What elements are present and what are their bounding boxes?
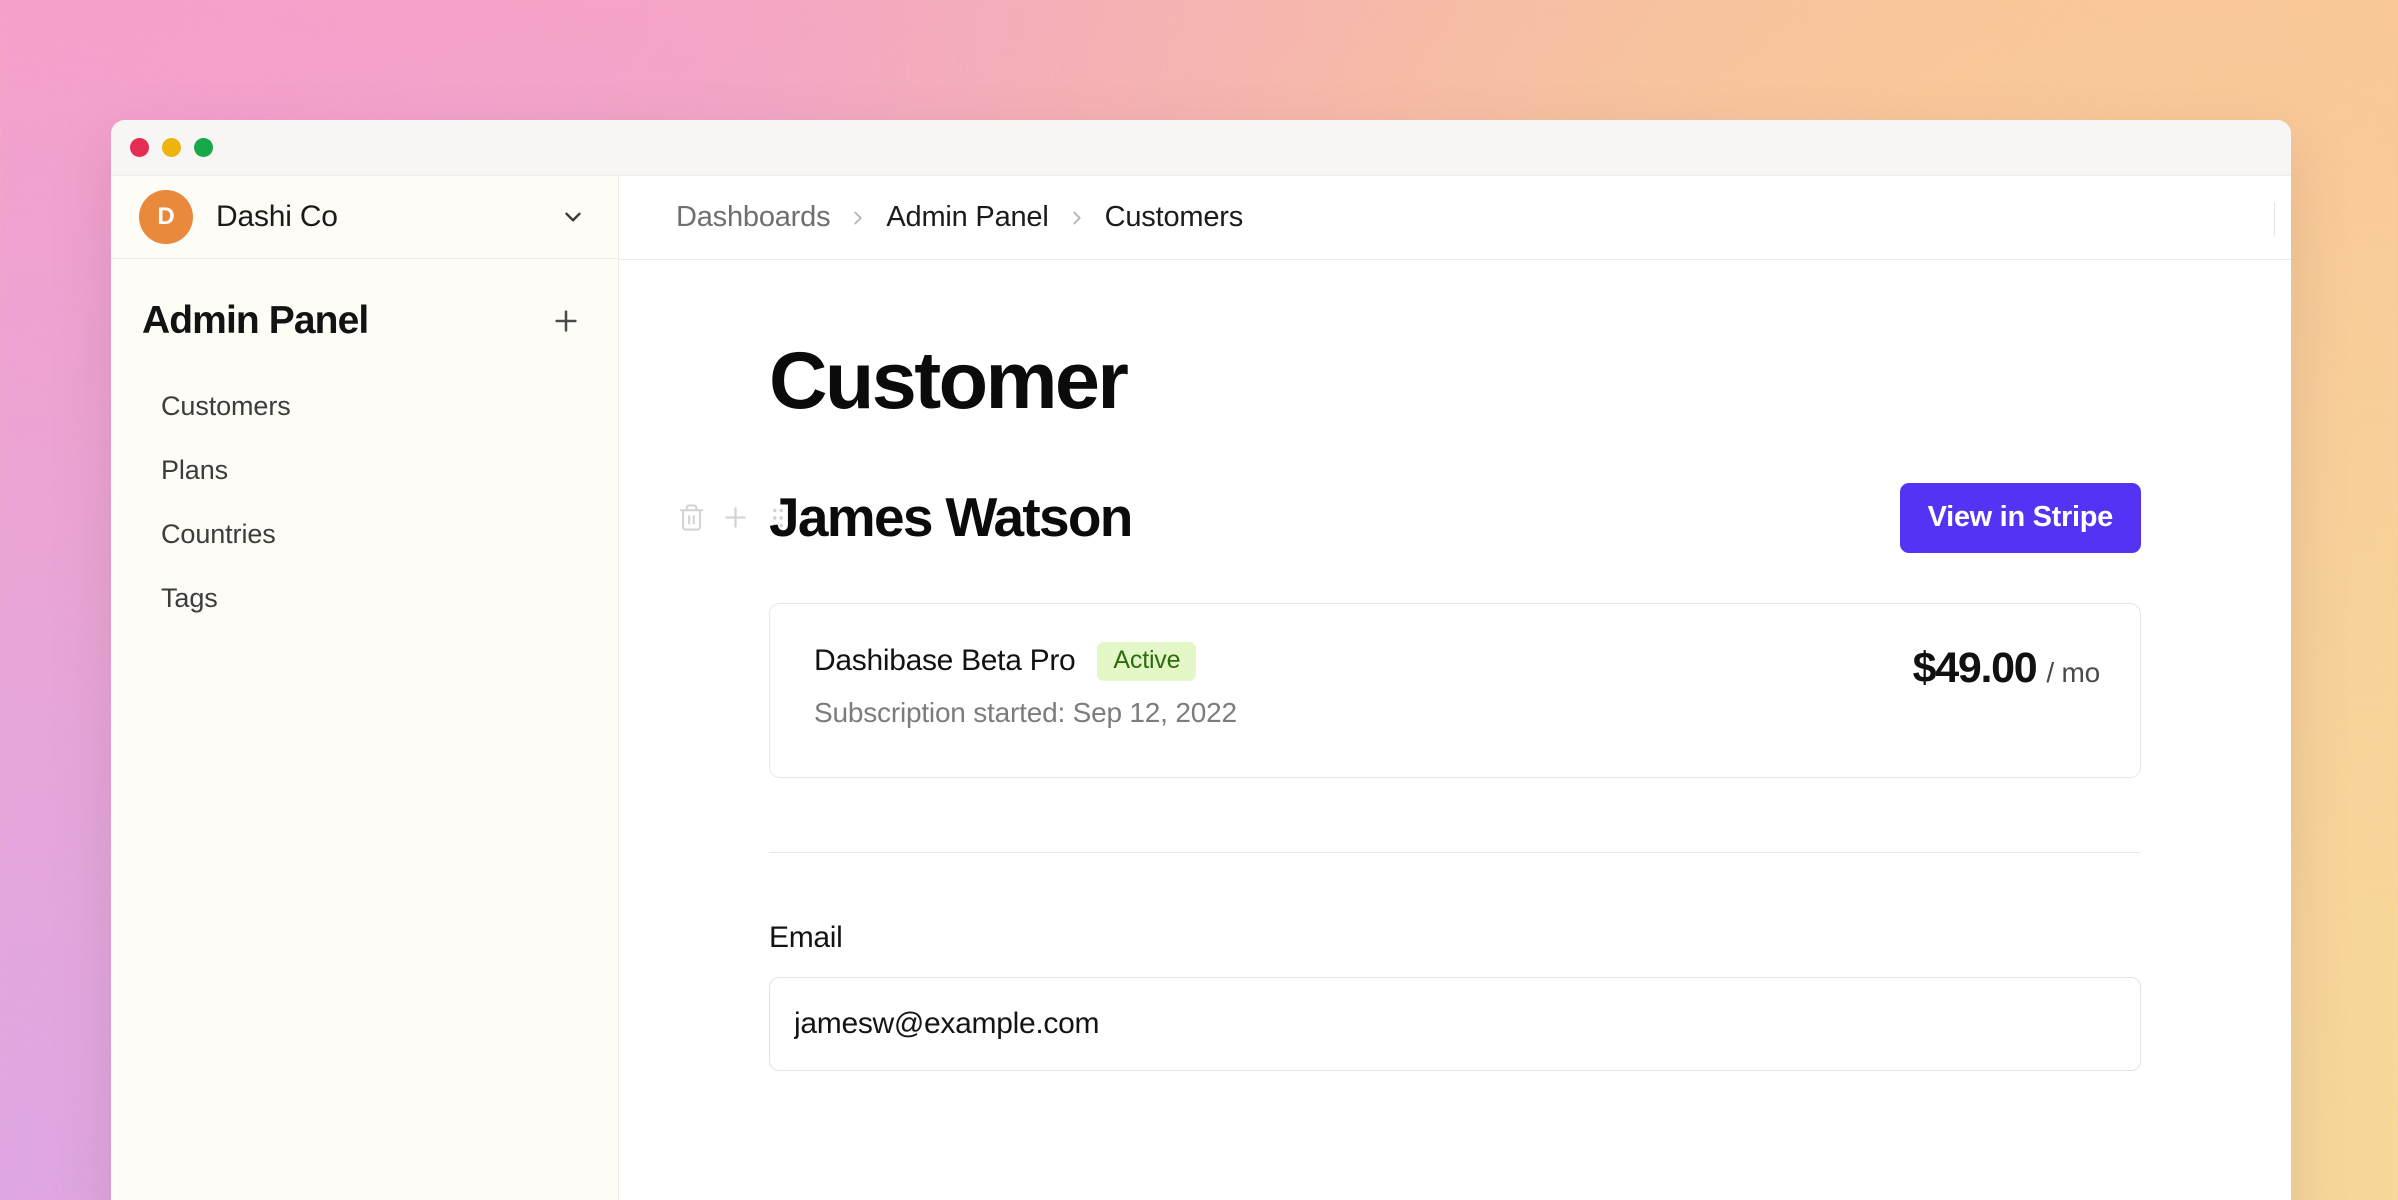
sidebar-nav: Admin Panel Customers Plans Countries Ta… [111,259,618,630]
subscription-price-block: $49.00 / mo [1912,642,2101,693]
subscription-plan-line: Dashibase Beta Pro Active [814,641,1237,681]
chevron-down-icon[interactable] [560,204,586,230]
breadcrumb-divider [2274,202,2275,236]
window-body: D Dashi Co Admin Panel Customers Plans C… [111,176,2291,1200]
minimize-window-button[interactable] [162,138,181,157]
trash-icon[interactable] [677,503,706,532]
record-header-row: James Watson View in Stripe [619,482,2291,553]
view-in-stripe-button[interactable]: View in Stripe [1899,482,2141,553]
sidebar-item-countries[interactable]: Countries [111,503,618,567]
subscription-started-label: Subscription started: Sep 12, 2022 [814,696,1237,728]
org-switcher[interactable]: D Dashi Co [111,176,618,259]
sidebar-item-label: Countries [161,518,276,549]
plus-icon[interactable] [720,502,751,533]
sidebar-item-label: Customers [161,391,291,421]
page-content: Customer James Watson View in Stripe Das… [619,260,2291,1200]
breadcrumb-item-customers[interactable]: Customers [1105,201,1244,234]
status-badge: Active [1097,641,1197,681]
sidebar-title: Admin Panel [142,299,369,342]
chevron-right-icon [847,207,869,229]
subscription-price-period: / mo [2046,656,2100,688]
page-title: Customer [769,336,1129,426]
subscription-price: $49.00 [1912,643,2038,692]
breadcrumb-item-dashboards[interactable]: Dashboards [676,201,831,234]
sidebar-item-list: Customers Plans Countries Tags [111,375,618,630]
chevron-right-icon [1066,207,1088,229]
plus-icon[interactable] [550,305,582,337]
sidebar-item-customers[interactable]: Customers [111,375,618,439]
window-titlebar [111,120,2291,176]
record-title: James Watson [769,486,1133,549]
section-divider [769,851,2141,853]
maximize-window-button[interactable] [194,138,213,157]
app-window: D Dashi Co Admin Panel Customers Plans C… [111,120,2291,1200]
email-field[interactable] [769,976,2141,1071]
close-window-button[interactable] [130,138,149,157]
breadcrumb: Dashboards Admin Panel Customers [619,176,2291,260]
subscription-details: Dashibase Beta Pro Active Subscription s… [814,641,1237,729]
traffic-lights [130,138,213,157]
sidebar-item-label: Tags [161,582,218,613]
org-name: Dashi Co [216,200,338,233]
sidebar-nav-header: Admin Panel [111,299,618,343]
avatar: D [139,190,193,244]
sidebar: D Dashi Co Admin Panel Customers Plans C… [111,176,619,1200]
email-field-label: Email [769,920,843,954]
sidebar-item-plans[interactable]: Plans [111,439,618,503]
record-tools [619,502,784,533]
sidebar-item-tags[interactable]: Tags [111,567,618,631]
main-content: Dashboards Admin Panel Customers Custome… [619,176,2291,1200]
subscription-card: Dashibase Beta Pro Active Subscription s… [769,602,2141,778]
breadcrumb-item-admin-panel[interactable]: Admin Panel [886,201,1048,234]
subscription-plan-name: Dashibase Beta Pro [814,644,1076,678]
sidebar-item-label: Plans [161,454,229,485]
email-field-group: Email [769,921,2141,1071]
